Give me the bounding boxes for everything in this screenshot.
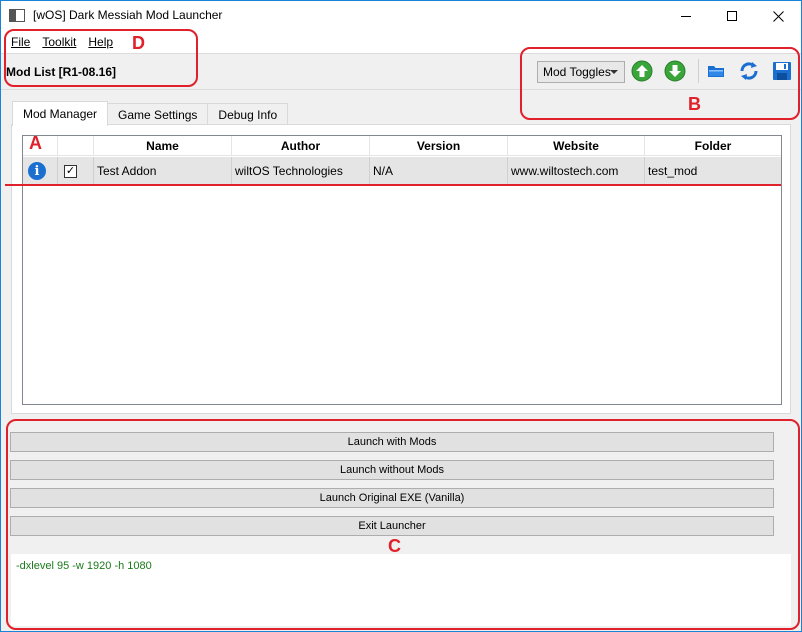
launch-without-mods-button[interactable]: Launch without Mods: [10, 460, 774, 480]
annotation-label-a: A: [29, 133, 42, 153]
header-version[interactable]: Version: [370, 136, 508, 156]
menu-divider: [1, 53, 801, 54]
cell-enabled[interactable]: ✓: [58, 157, 94, 185]
refresh-icon: [740, 62, 758, 80]
open-folder-button[interactable]: [705, 60, 727, 82]
close-button[interactable]: [755, 1, 801, 31]
header-divider: [1, 89, 801, 90]
cell-website: www.wiltostech.com: [508, 157, 645, 185]
cell-name: Test Addon: [94, 157, 232, 185]
toolbar-separator: [698, 59, 699, 83]
mod-manager-panel: Name Author Version Website Folder i ✓ T…: [11, 124, 791, 414]
save-button[interactable]: [771, 60, 793, 82]
folder-icon: [708, 66, 724, 77]
annotation-label-c: C: [388, 536, 401, 556]
table-row[interactable]: i ✓ Test Addon wiltOS Technologies N/A w…: [23, 157, 781, 185]
mod-list-title: Mod List [R1-08.16]: [6, 65, 117, 79]
annotation-box-b: [520, 47, 800, 120]
annotation-label-b: B: [688, 94, 701, 114]
table-header: Name Author Version Website Folder: [23, 136, 781, 156]
refresh-button[interactable]: [738, 60, 760, 82]
cell-author: wiltOS Technologies: [232, 157, 370, 185]
menu-help[interactable]: Help: [82, 35, 119, 49]
launch-with-mods-button[interactable]: Launch with Mods: [10, 432, 774, 452]
menu-file[interactable]: File: [5, 35, 36, 49]
header-name[interactable]: Name: [94, 136, 232, 156]
save-icon: [773, 62, 791, 80]
mod-toggles-select-value: Mod Toggles: [543, 65, 611, 79]
arrow-down-icon: [664, 60, 686, 82]
launch-vanilla-button[interactable]: Launch Original EXE (Vanilla): [10, 488, 774, 508]
header-folder[interactable]: Folder: [645, 136, 781, 156]
menu-bar: File Toolkit Help: [1, 31, 801, 53]
command-line-area[interactable]: -dxlevel 95 -w 1920 -h 1080: [11, 554, 791, 626]
header-enabled[interactable]: [58, 136, 94, 156]
cell-info[interactable]: i: [23, 157, 58, 185]
tab-bar: Mod Manager Game Settings Debug Info: [12, 101, 289, 126]
maximize-button[interactable]: [709, 1, 755, 31]
menu-toolkit[interactable]: Toolkit: [36, 35, 82, 49]
annotation-label-d: D: [132, 33, 145, 53]
cell-version: N/A: [370, 157, 508, 185]
annotation-line-a: [5, 184, 781, 186]
mod-toggles-select[interactable]: Mod Toggles: [537, 61, 625, 83]
tab-debug-info[interactable]: Debug Info: [207, 103, 289, 125]
launcher-window: [wOS] Dark Messiah Mod Launcher File Too…: [0, 0, 802, 632]
enabled-checkbox[interactable]: ✓: [64, 164, 77, 178]
cell-folder: test_mod: [648, 164, 698, 178]
info-icon[interactable]: i: [28, 162, 46, 180]
maximize-icon: [727, 11, 737, 21]
app-icon: [9, 9, 25, 22]
header-website[interactable]: Website: [508, 136, 645, 156]
arrow-up-icon: [631, 60, 653, 82]
minimize-icon: [681, 15, 691, 17]
title-bar: [wOS] Dark Messiah Mod Launcher: [1, 1, 801, 31]
chevron-down-icon: [610, 70, 618, 74]
window-title: [wOS] Dark Messiah Mod Launcher: [33, 8, 223, 22]
move-up-button[interactable]: [631, 60, 653, 82]
command-line-text: -dxlevel 95 -w 1920 -h 1080: [16, 560, 152, 572]
mod-table[interactable]: Name Author Version Website Folder i ✓ T…: [22, 135, 782, 405]
tab-game-settings[interactable]: Game Settings: [107, 103, 209, 125]
minimize-button[interactable]: [663, 1, 709, 31]
move-down-button[interactable]: [664, 60, 686, 82]
header-author[interactable]: Author: [232, 136, 370, 156]
tab-mod-manager[interactable]: Mod Manager: [12, 101, 109, 126]
close-icon: [772, 10, 784, 22]
exit-launcher-button[interactable]: Exit Launcher: [10, 516, 774, 536]
